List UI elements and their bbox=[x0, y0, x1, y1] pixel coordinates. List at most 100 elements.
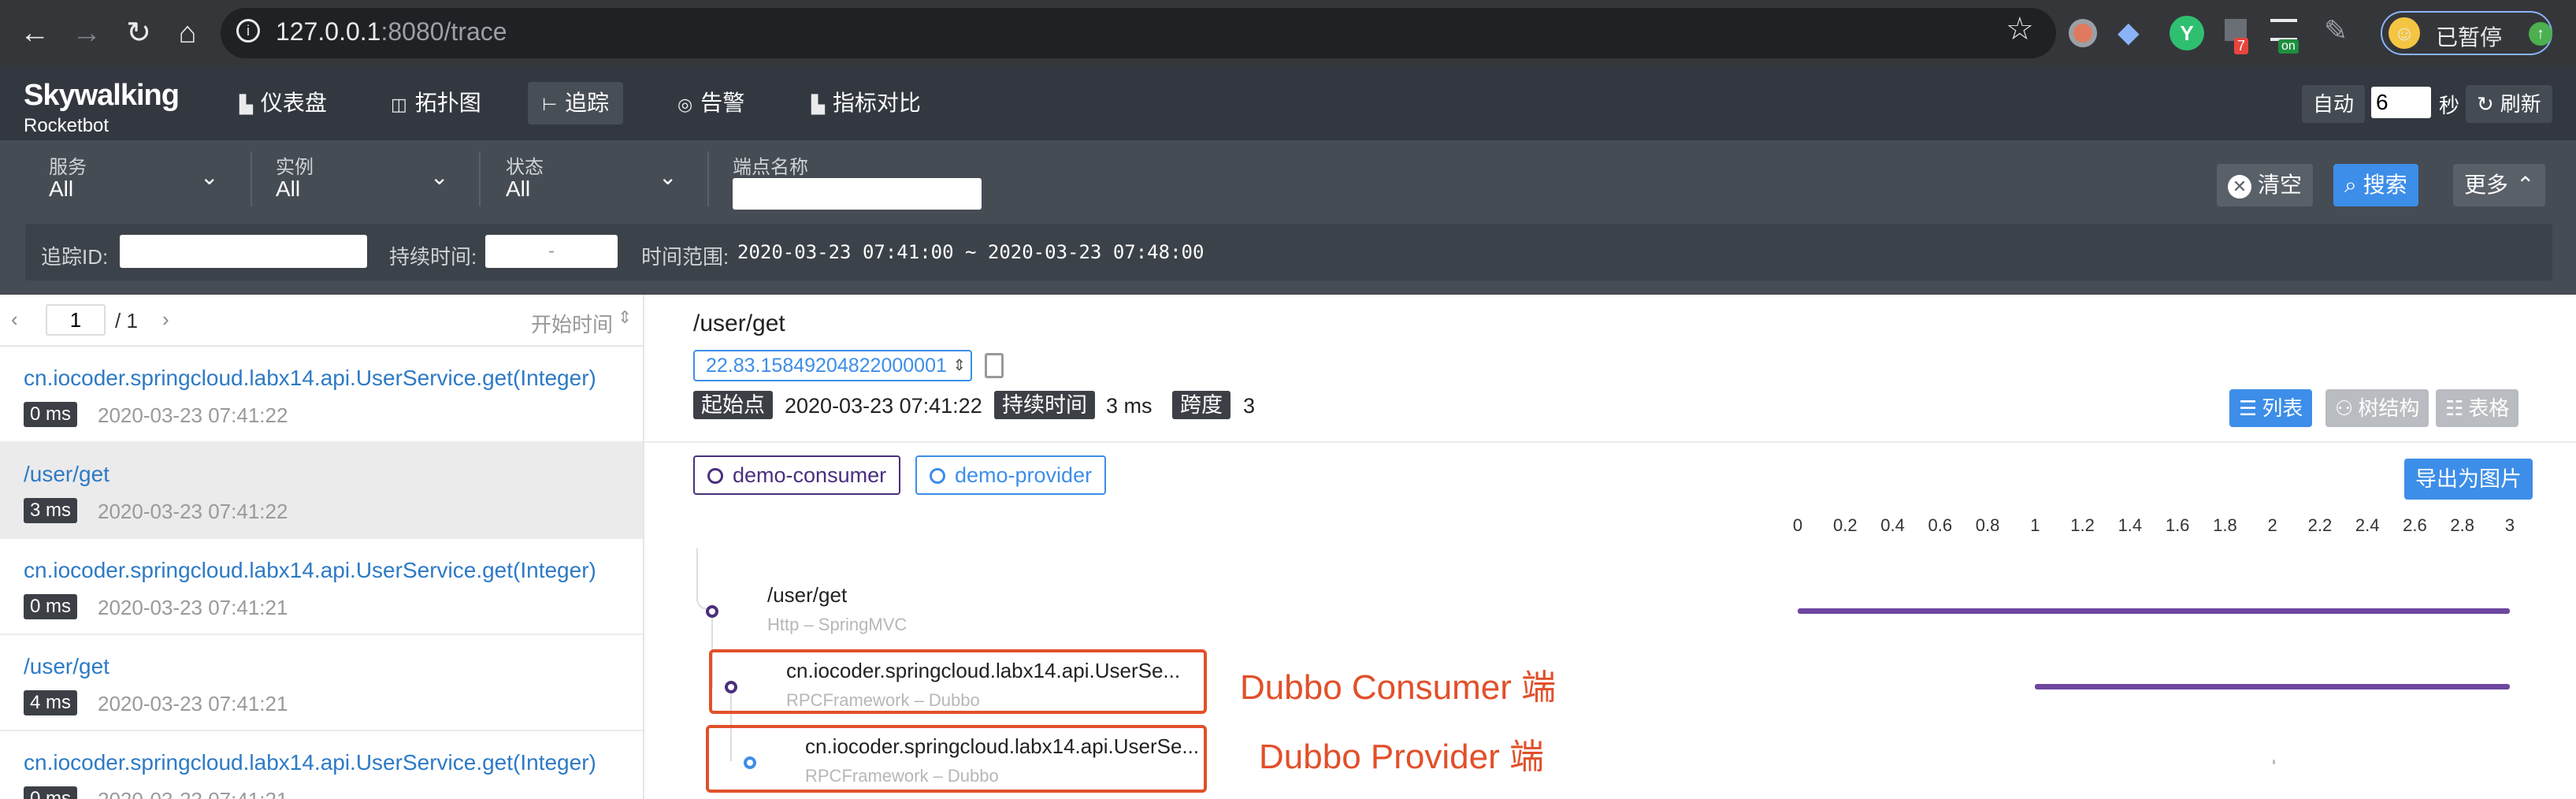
refresh-label: 刷新 bbox=[2500, 92, 2541, 116]
forward-arrow-icon[interactable]: → bbox=[63, 0, 110, 66]
circle-icon bbox=[707, 468, 723, 484]
back-arrow-icon[interactable]: ← bbox=[11, 0, 58, 66]
start-label: 起始点 bbox=[693, 391, 773, 419]
home-icon[interactable]: ⌂ bbox=[164, 0, 211, 66]
chevron-up-icon: ⌃ bbox=[2516, 173, 2535, 197]
logo-subtitle: Rocketbot bbox=[24, 115, 109, 136]
menu-label: 仪表盘 bbox=[260, 91, 327, 115]
span-name[interactable]: /user/get bbox=[767, 583, 847, 608]
bookmark-star-icon[interactable]: ☆ bbox=[2006, 11, 2034, 47]
duration-label: 持续时间 bbox=[994, 391, 1095, 419]
page-input[interactable]: 1 bbox=[46, 304, 106, 336]
trace-time: 2020-03-23 07:41:21 bbox=[98, 788, 288, 799]
refresh-button[interactable]: ↻ 刷新 bbox=[2466, 85, 2552, 123]
reload-icon[interactable]: ↻ bbox=[115, 0, 162, 66]
extension-diamond-icon[interactable]: ◆ bbox=[2118, 16, 2140, 49]
trace-id-input[interactable] bbox=[120, 235, 367, 268]
chevron-right-icon[interactable]: › bbox=[162, 307, 169, 332]
url-text[interactable]: 127.0.0.1:8080/trace bbox=[276, 17, 507, 46]
list-item[interactable]: cn.iocoder.springcloud.labx14.api.UserSe… bbox=[0, 539, 643, 635]
sort-select[interactable]: 开始时间 bbox=[531, 309, 613, 338]
time-range-label: 时间范围: bbox=[641, 245, 729, 269]
extension-list-icon[interactable] bbox=[2270, 19, 2297, 41]
view-list-button[interactable]: ☰ 列表 bbox=[2229, 389, 2313, 427]
profile-paused-button[interactable]: ☺ 已暂停 bbox=[2381, 11, 2552, 55]
search-button[interactable]: ⌕ 搜索 bbox=[2333, 164, 2418, 206]
tick-label: 0.2 bbox=[1832, 515, 1858, 535]
tick-label: 3 bbox=[2504, 515, 2515, 535]
extension-badge-7: 7 bbox=[2234, 38, 2249, 54]
duration-input[interactable]: - bbox=[485, 235, 618, 268]
menu-alarm[interactable]: ◎ 告警 bbox=[663, 82, 759, 124]
span-name[interactable]: cn.iocoder.springcloud.labx14.api.UserSe… bbox=[805, 734, 1199, 759]
trace-time: 2020-03-23 07:41:22 bbox=[98, 500, 288, 523]
time-range-value[interactable]: 2020-03-23 07:41:00 ~ 2020-03-23 07:48:0… bbox=[737, 241, 1204, 263]
duration-badge: 4 ms bbox=[24, 690, 78, 715]
update-icon[interactable]: ↑ bbox=[2529, 22, 2552, 46]
status-select[interactable]: All bbox=[506, 177, 530, 202]
detail-title: /user/get bbox=[693, 310, 785, 336]
extension-record-icon[interactable] bbox=[2069, 19, 2097, 47]
tick-label: 1.8 bbox=[2213, 515, 2237, 535]
annotation-consumer: Dubbo Consumer 端 bbox=[1240, 668, 1557, 707]
span-name[interactable]: cn.iocoder.springcloud.labx14.api.UserSe… bbox=[786, 659, 1180, 683]
info-icon[interactable]: i bbox=[236, 19, 260, 43]
span-component: Http – SpringMVC bbox=[767, 615, 908, 634]
tick-label: 1.6 bbox=[2165, 515, 2190, 535]
service-select[interactable]: All bbox=[49, 177, 73, 202]
menu-compare[interactable]: ▙ 指标对比 bbox=[797, 82, 935, 124]
refresh-interval-input[interactable]: 6 bbox=[2371, 87, 2431, 118]
sort-icon[interactable]: ⇕ bbox=[618, 307, 632, 328]
span-bar[interactable] bbox=[2035, 684, 2510, 689]
view-tree-button[interactable]: ⚇ 树结构 bbox=[2325, 389, 2429, 427]
service-label: 服务 bbox=[49, 157, 87, 178]
chevron-down-icon[interactable]: ⌄ bbox=[200, 164, 218, 190]
clear-button[interactable]: ✕ 清空 bbox=[2217, 164, 2314, 206]
service-tag-provider[interactable]: demo-provider bbox=[915, 455, 1107, 495]
table-icon: ☷ bbox=[2445, 396, 2464, 420]
list-icon: ☰ bbox=[2239, 396, 2258, 420]
service-name: demo-provider bbox=[955, 463, 1093, 487]
more-button[interactable]: 更多 ⌃ bbox=[2453, 164, 2546, 206]
search-label: 搜索 bbox=[2363, 173, 2407, 197]
export-image-button[interactable]: 导出为图片 bbox=[2404, 459, 2533, 500]
span-bar[interactable] bbox=[1798, 608, 2510, 614]
copy-icon[interactable] bbox=[985, 353, 1004, 378]
list-item[interactable]: cn.iocoder.springcloud.labx14.api.UserSe… bbox=[0, 731, 643, 799]
span-label: 跨度 bbox=[1172, 391, 1230, 419]
menu-dashboard[interactable]: ▙ 仪表盘 bbox=[225, 82, 341, 124]
span-bar[interactable] bbox=[2272, 760, 2275, 764]
endpoint-label: 端点名称 bbox=[733, 157, 808, 178]
pager: ‹ 1 / 1 › 开始时间 ⇕ bbox=[0, 295, 644, 347]
menu-trace[interactable]: ⊢ 追踪 bbox=[528, 82, 624, 124]
view-table-button[interactable]: ☷ 表格 bbox=[2436, 389, 2519, 427]
divider bbox=[479, 151, 481, 206]
menu-label: 拓扑图 bbox=[414, 91, 481, 115]
refresh-icon: ↻ bbox=[2477, 92, 2494, 116]
menu-topology[interactable]: ◫ 拓扑图 bbox=[377, 82, 496, 124]
service-tag-consumer[interactable]: demo-consumer bbox=[693, 455, 901, 495]
auto-refresh-toggle[interactable]: 自动 bbox=[2302, 85, 2366, 123]
instance-select[interactable]: All bbox=[276, 177, 300, 202]
span-node-icon bbox=[725, 681, 737, 693]
extension-y-icon[interactable]: Y bbox=[2170, 16, 2204, 50]
tick-label: 2 bbox=[2267, 515, 2277, 535]
chevron-down-icon[interactable]: ⌄ bbox=[430, 164, 448, 190]
trace-id-value: 22.83.15849204822000001 bbox=[706, 355, 947, 377]
chevron-down-icon[interactable]: ⌄ bbox=[659, 164, 677, 190]
tree-connector bbox=[696, 548, 715, 610]
clear-label: 清空 bbox=[2258, 173, 2303, 197]
endpoint-input[interactable] bbox=[733, 178, 982, 210]
span-component: RPCFramework – Dubbo bbox=[805, 766, 999, 786]
tick-label: 0.4 bbox=[1880, 515, 1905, 535]
extension-badge-on: on bbox=[2278, 39, 2299, 54]
tick-label: 2.6 bbox=[2403, 515, 2427, 535]
trace-title: cn.iocoder.springcloud.labx14.api.UserSe… bbox=[24, 750, 596, 775]
trace-id-select[interactable]: 22.83.15849204822000001 ⇕ bbox=[693, 350, 972, 381]
chevron-left-icon[interactable]: ‹ bbox=[11, 307, 18, 332]
list-item[interactable]: /user/get 4 ms 2020-03-23 07:41:21 bbox=[0, 635, 643, 731]
list-item[interactable]: cn.iocoder.springcloud.labx14.api.UserSe… bbox=[0, 347, 643, 443]
url-host: 127.0.0.1 bbox=[276, 17, 381, 46]
list-item[interactable]: /user/get 3 ms 2020-03-23 07:41:22 bbox=[0, 443, 643, 539]
extension-dropper-icon[interactable]: ✎ bbox=[2324, 14, 2348, 47]
